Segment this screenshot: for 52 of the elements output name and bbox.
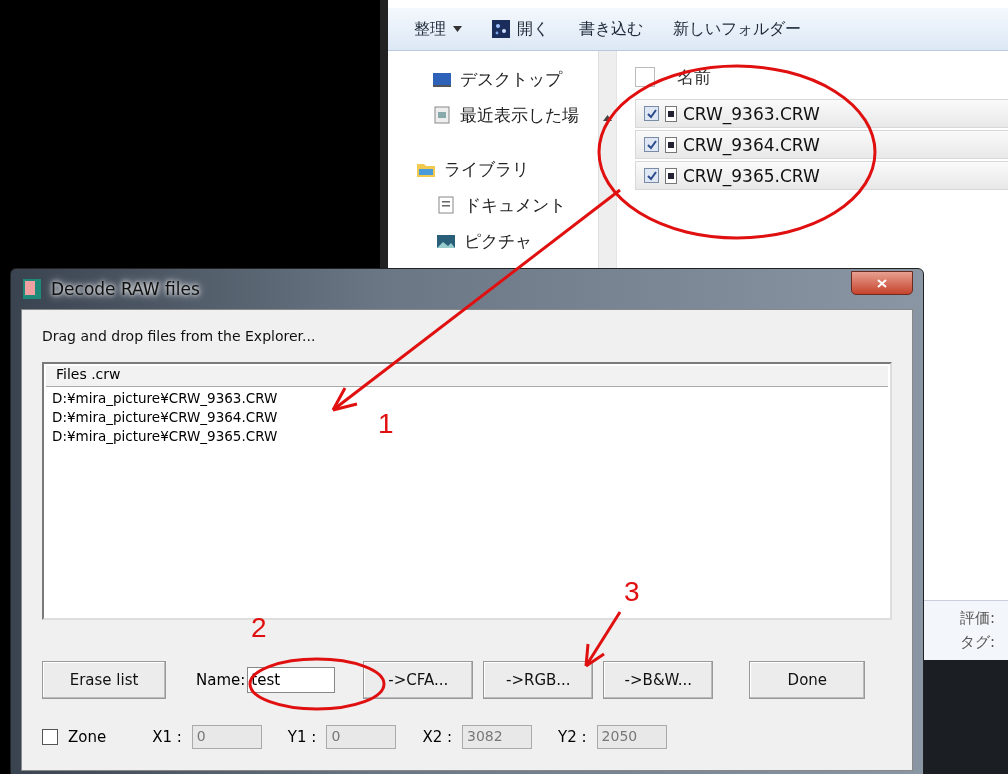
convert-button[interactable]: ->B&W... bbox=[603, 661, 714, 699]
list-item[interactable]: D:¥mira_picture¥CRW_9364.CRW bbox=[44, 408, 278, 427]
checkbox[interactable] bbox=[644, 106, 659, 121]
details-label: 評価: bbox=[960, 609, 997, 629]
nav-item[interactable]: ライブラリ bbox=[388, 151, 598, 187]
image-icon bbox=[436, 232, 456, 250]
file-icon bbox=[665, 105, 677, 122]
zone-checkbox[interactable] bbox=[42, 729, 58, 745]
file-row[interactable]: CRW_9365.CRW bbox=[635, 161, 1008, 190]
list-item[interactable]: D:¥mira_picture¥CRW_9365.CRW bbox=[44, 427, 278, 446]
nav-item[interactable]: 最近表示した場 bbox=[388, 97, 598, 133]
erase-list-button[interactable]: Erase list bbox=[42, 661, 166, 699]
file-row[interactable]: CRW_9363.CRW bbox=[635, 99, 1008, 128]
document-icon bbox=[432, 106, 452, 124]
coordinate-label: Y1 : bbox=[287, 728, 317, 746]
checkbox[interactable] bbox=[644, 137, 659, 152]
file-icon bbox=[665, 167, 677, 184]
file-icon bbox=[665, 136, 677, 153]
document-icon bbox=[436, 196, 456, 214]
close-button[interactable] bbox=[851, 271, 913, 295]
toolbar-button[interactable]: 新しいフォルダー bbox=[669, 16, 805, 42]
convert-button[interactable]: ->CFA... bbox=[363, 661, 474, 699]
annotation-number: 3 bbox=[624, 578, 640, 606]
name-label: Name: bbox=[196, 671, 246, 689]
nav-item[interactable]: デスクトップ bbox=[388, 61, 598, 97]
checkbox[interactable] bbox=[644, 168, 659, 183]
file-row[interactable]: CRW_9364.CRW bbox=[635, 130, 1008, 159]
nav-item[interactable]: ピクチャ bbox=[388, 223, 598, 259]
toolbar-button[interactable]: 整理 bbox=[410, 16, 466, 42]
select-all-checkbox[interactable] bbox=[635, 67, 655, 87]
app-icon bbox=[23, 279, 41, 299]
annotation-arrow bbox=[584, 611, 622, 668]
done-button[interactable]: Done bbox=[749, 661, 866, 699]
list-item[interactable]: D:¥mira_picture¥CRW_9363.CRW bbox=[44, 389, 278, 408]
details-label: タグ: bbox=[960, 633, 997, 653]
toolbar-button[interactable]: 書き込む bbox=[575, 16, 647, 42]
close-icon bbox=[877, 278, 887, 288]
coordinate-label: X1 : bbox=[152, 728, 182, 746]
annotation-number: 1 bbox=[378, 410, 394, 438]
instruction-text: Drag and drop files from the Explorer... bbox=[42, 328, 317, 346]
open-icon bbox=[492, 20, 510, 38]
caret-icon bbox=[453, 26, 462, 32]
zone-label: Zone bbox=[68, 728, 107, 746]
coordinate-label: X2 : bbox=[422, 728, 453, 746]
window-title: Decode RAW files bbox=[51, 279, 200, 299]
convert-button[interactable]: ->RGB... bbox=[483, 661, 594, 699]
scroll-up-icon[interactable] bbox=[603, 115, 612, 121]
nav-item[interactable]: ドキュメント bbox=[388, 187, 598, 223]
monitor-icon bbox=[432, 70, 452, 88]
coordinate-label: Y2 : bbox=[558, 728, 587, 746]
list-header[interactable]: Files .crw bbox=[46, 366, 888, 387]
toolbar-button[interactable]: 開く bbox=[488, 16, 553, 42]
